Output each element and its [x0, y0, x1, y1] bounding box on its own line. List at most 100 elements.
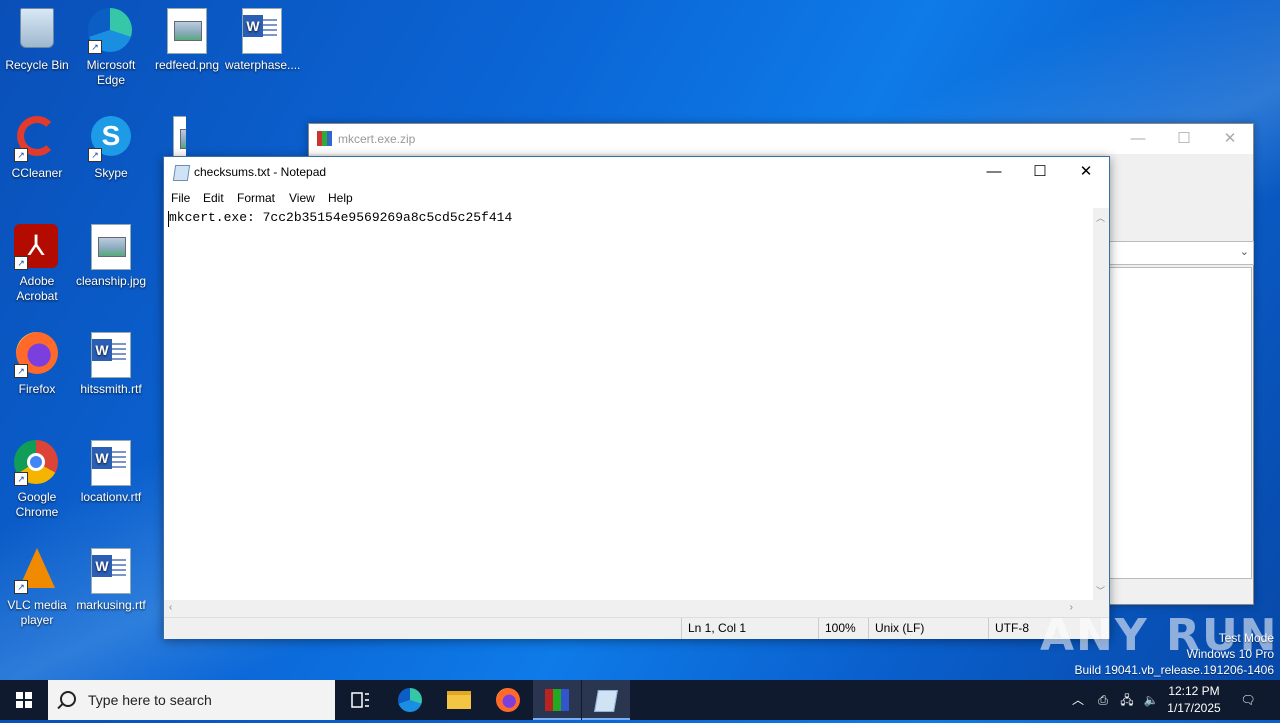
maximize-button[interactable]: ☐ — [1017, 157, 1063, 187]
close-button[interactable]: ✕ — [1063, 157, 1109, 187]
edition-line: Windows 10 Pro — [1186, 647, 1274, 661]
status-line-endings: Unix (LF) — [868, 618, 924, 639]
desktop-icon-label: Adobe Acrobat — [16, 274, 58, 303]
address-dropdown[interactable]: ⌄ — [1107, 241, 1254, 265]
scroll-up-icon[interactable]: ︿ — [1096, 211, 1105, 224]
taskbar-notepad[interactable] — [582, 680, 630, 720]
menu-help[interactable]: Help — [328, 191, 353, 205]
task-view-icon — [351, 692, 369, 708]
skype-icon: S ↗ — [88, 116, 134, 162]
desktop-icon-label: Recycle Bin — [5, 58, 69, 72]
word-document-icon: W — [88, 332, 134, 378]
desktop-icon-edge[interactable]: ↗ Microsoft Edge — [74, 4, 148, 88]
minimize-button[interactable]: — — [1115, 124, 1161, 154]
desktop-icon-label: CCleaner — [11, 166, 63, 180]
desktop-icon-recycle-bin[interactable]: Recycle Bin — [0, 4, 74, 73]
status-zoom: 100% — [818, 618, 856, 639]
notepad-titlebar[interactable]: checksums.txt - Notepad — ☐ ✕ — [164, 157, 1109, 188]
show-hidden-icons-button[interactable]: ︿ — [1068, 680, 1088, 720]
menu-bar: File Edit Format View Help — [164, 188, 1109, 208]
desktop-icon-waterphase[interactable]: W waterphase.... — [225, 4, 301, 73]
taskbar-file-explorer[interactable] — [435, 680, 483, 720]
network-icon[interactable]: 🖧 — [1116, 680, 1138, 720]
desktop-icon-redfeed[interactable]: redfeed.png — [150, 4, 224, 73]
desktop-icon-cleanship[interactable]: cleanship.jpg — [74, 220, 148, 289]
notepad-window[interactable]: checksums.txt - Notepad — ☐ ✕ File Edit … — [163, 156, 1110, 639]
desktop-icon-locationv[interactable]: W locationv.rtf — [74, 436, 148, 505]
desktop-icon-skype[interactable]: S ↗ Skype — [74, 112, 148, 181]
taskbar-winrar[interactable] — [533, 680, 581, 720]
scroll-down-icon[interactable]: ﹀ — [1096, 584, 1105, 597]
notification-icon: 🗨 — [1240, 693, 1256, 707]
desktop-icon-label: Google Chrome — [15, 490, 59, 519]
word-document-icon: W — [88, 440, 134, 486]
firefox-icon — [496, 688, 520, 712]
vertical-scrollbar[interactable]: ︿ ﹀ — [1093, 208, 1109, 600]
desktop-icon-label: waterphase.... — [225, 58, 301, 72]
notification-center-button[interactable]: 🗨 — [1234, 680, 1262, 720]
chevron-up-icon: ︿ — [1071, 693, 1084, 707]
file-list[interactable] — [1107, 267, 1252, 579]
maximize-button[interactable]: ☐ — [1161, 124, 1207, 154]
task-view-button[interactable] — [336, 680, 384, 720]
menu-format[interactable]: Format — [237, 191, 275, 205]
edge-icon: ↗ — [88, 8, 134, 54]
desktop-icon-hitssmith[interactable]: W hitssmith.rtf — [74, 328, 148, 397]
acrobat-icon: ⅄ ↗ — [14, 224, 60, 270]
test-mode-notice: Test Mode Windows 10 Pro Build 19041.vb_… — [1075, 630, 1275, 678]
start-button[interactable] — [0, 680, 48, 720]
desktop-icon-vlc[interactable]: ↗ VLC media player — [0, 544, 74, 628]
winrar-app-icon — [317, 131, 332, 146]
clock-time: 12:12 PM — [1168, 684, 1220, 698]
firefox-icon: ↗ — [14, 332, 60, 378]
scroll-left-icon[interactable]: ‹ — [169, 602, 172, 613]
chevron-down-icon: ⌄ — [1239, 246, 1249, 258]
menu-view[interactable]: View — [289, 191, 315, 205]
menu-file[interactable]: File — [171, 191, 190, 205]
menu-edit[interactable]: Edit — [203, 191, 224, 205]
status-position: Ln 1, Col 1 — [681, 618, 746, 639]
desktop-icon-label: Microsoft Edge — [86, 58, 136, 87]
minimize-button[interactable]: — — [971, 157, 1017, 187]
notepad-icon — [594, 690, 618, 712]
desktop-icon-markusing[interactable]: W markusing.rtf — [74, 544, 148, 613]
word-document-icon: W — [88, 548, 134, 594]
desktop-icon-label: hitssmith.rtf — [80, 382, 142, 396]
test-mode-line: Test Mode — [1218, 631, 1274, 645]
recycle-bin-icon — [14, 8, 60, 54]
horizontal-scrollbar[interactable]: ‹ › — [164, 600, 1093, 617]
desktop-icon-ccleaner[interactable]: ↗ CCleaner — [0, 112, 74, 181]
image-file-icon — [88, 224, 134, 270]
desktop-icon-label: Skype — [94, 166, 128, 180]
notepad-title: checksums.txt - Notepad — [194, 165, 327, 179]
editor-content: mkcert.exe: 7cc2b35154e9569269a8c5cd5c25… — [169, 210, 513, 225]
search-placeholder: Type here to search — [88, 692, 212, 708]
taskbar-firefox[interactable] — [484, 680, 532, 720]
ccleaner-icon: ↗ — [14, 116, 60, 162]
desktop-icon-chrome[interactable]: ↗ Google Chrome — [0, 436, 74, 520]
chrome-icon: ↗ — [14, 440, 60, 486]
taskbar-clock[interactable]: 12:12 PM 1/17/2025 — [1158, 683, 1230, 717]
status-encoding: UTF-8 — [988, 618, 1029, 639]
taskbar: Type here to search ︿ ⎙ 🖧 🔈 12:12 PM 1/1… — [0, 680, 1280, 720]
text-editor-area[interactable]: mkcert.exe: 7cc2b35154e9569269a8c5cd5c25… — [164, 208, 1092, 600]
desktop-icon-label: markusing.rtf — [76, 598, 146, 612]
winrar-titlebar[interactable]: mkcert.exe.zip — ☐ ✕ — [309, 124, 1253, 154]
notepad-app-icon — [172, 165, 191, 181]
desktop-icon-label: locationv.rtf — [80, 490, 142, 504]
image-file-icon — [164, 8, 210, 54]
desktop-icon-firefox[interactable]: ↗ Firefox — [0, 328, 74, 397]
close-button[interactable]: ✕ — [1207, 124, 1253, 154]
status-bar: Ln 1, Col 1 100% Unix (LF) UTF-8 — [164, 617, 1109, 639]
clock-date: 1/17/2025 — [1167, 701, 1221, 715]
search-icon — [60, 691, 76, 707]
edge-icon — [398, 688, 422, 712]
word-document-icon: W — [239, 8, 285, 54]
taskbar-edge[interactable] — [386, 680, 434, 720]
winrar-title: mkcert.exe.zip — [338, 132, 416, 146]
taskbar-search-box[interactable]: Type here to search — [48, 680, 335, 720]
desktop-icon-label: Firefox — [18, 382, 56, 396]
desktop-icon-acrobat[interactable]: ⅄ ↗ Adobe Acrobat — [0, 220, 74, 304]
tray-device-icon[interactable]: ⎙ — [1092, 680, 1114, 720]
folder-icon — [447, 691, 471, 709]
